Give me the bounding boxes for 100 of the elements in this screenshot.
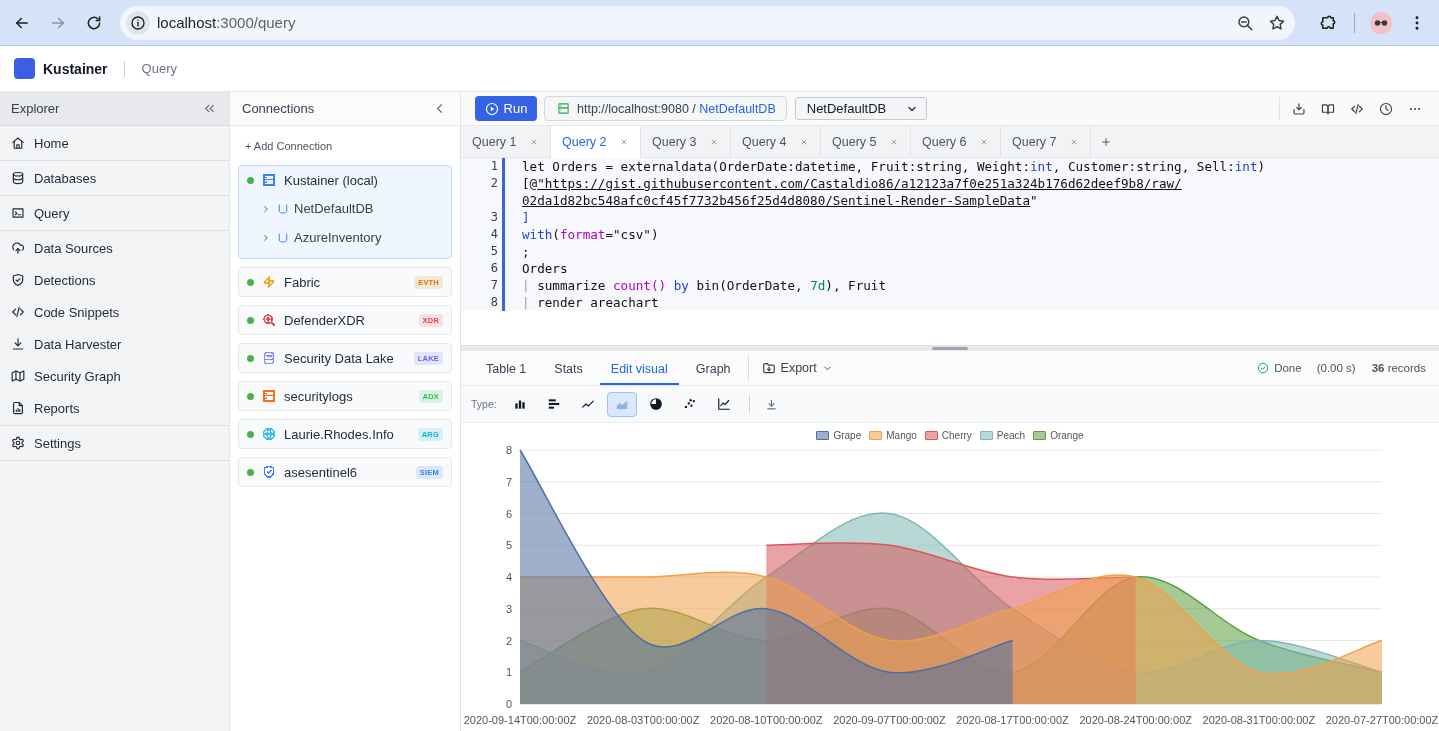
legend-swatch-icon[interactable] [816,431,830,440]
star-icon[interactable] [1268,13,1286,32]
connection-name: securitylogs [284,388,353,404]
axis-tick-label: 6 [505,507,512,520]
page-title: Query [141,61,177,76]
sidebar-item[interactable]: Code Snippets [0,296,229,328]
query-tab[interactable]: Query 3 [641,126,731,157]
chevron-right-icon[interactable] [261,232,271,243]
chevron-right-icon[interactable] [261,203,271,214]
record-count: 36 records [1371,362,1426,374]
clock-icon[interactable] [1379,101,1393,116]
query-tab[interactable]: Query 5 [821,126,911,157]
close-icon[interactable] [620,138,628,146]
check-circle-icon [1257,362,1270,374]
axis-tick-label: 3 [505,602,512,615]
connection-name: Kustainer (local) [284,172,378,188]
connection-name: Laurie.Rhodes.Info [284,426,394,442]
query-tab[interactable]: Query 6 [911,126,1001,157]
axis-tick-label: 2020-08-31T00:00:00Z [1202,714,1316,726]
legend-label[interactable]: Mango [886,430,917,441]
axis-tick-label: 2020-07-27T00:00:00Z [1325,714,1439,726]
line-number: 6 [461,260,505,277]
book-icon[interactable] [1321,101,1335,116]
sidebar-item[interactable]: Detections [0,264,229,296]
legend-label[interactable]: Cherry [941,430,972,441]
database-item[interactable]: AzureInventory [239,223,451,252]
axis-tick-label: 0 [505,698,512,710]
database-item[interactable]: NetDefaultDB [239,194,451,223]
zoom-out-icon[interactable] [1236,13,1254,32]
status-text: Done [1274,362,1302,374]
database-icon [11,171,25,185]
resize-handle[interactable] [932,347,968,350]
line-number: 1 [461,158,505,175]
logo-icon [14,58,35,79]
query-tab[interactable]: Query 2 [551,126,641,158]
sidebar-item[interactable]: Reports [0,392,229,424]
url-link[interactable]: "https://gist.githubusercontent.com/Castaldio86/a12123a7f0e251a324b176d62deef9b8/raw/ [537,176,1182,191]
download-icon [11,337,25,351]
code-icon[interactable] [1350,101,1364,116]
line-number: 4 [461,226,505,243]
terminal-icon [11,206,25,220]
connection-button[interactable]: http://localhost:9080 / NetDefaultDB [544,96,787,121]
url-link[interactable]: 02da1d82bc548afc0cf45f7732b456f25d4d8080/Sentinel-Render-SampleData [522,193,1030,208]
results-tab[interactable]: Graph [684,354,742,385]
sidebar-item[interactable]: Home [0,127,229,159]
add-tab-icon[interactable] [1101,136,1111,147]
app-name: Kustainer [43,60,108,77]
connection-card[interactable]: Kustainer (local) NetDefaultDB AzureInventory [238,165,452,259]
query-tab[interactable]: Query 4 [731,126,821,157]
sidebar-item[interactable]: Data Sources [0,232,229,264]
results-tab[interactable]: Stats [543,354,594,385]
legend-label[interactable]: Orange [1050,430,1084,441]
sidebar-item[interactable]: Databases [0,162,229,194]
legend-swatch-icon[interactable] [979,431,993,440]
avatar-icon[interactable] [1370,11,1392,34]
chart-type-label: Type: [471,398,497,410]
download-icon[interactable] [1292,101,1306,116]
download-icon[interactable] [764,397,778,411]
query-duration: (0.00 s) [1316,362,1356,374]
reload-icon[interactable] [85,13,103,32]
close-icon[interactable] [530,137,538,146]
legend-label[interactable]: Grape [833,430,862,441]
legend-swatch-icon[interactable] [924,431,938,440]
sidebar-item[interactable]: Query [0,197,229,229]
close-icon[interactable] [890,137,898,146]
legend-label[interactable]: Peach [996,430,1026,441]
run-button[interactable]: Run [475,96,537,121]
scatter-plot-icon [682,397,697,411]
export-button[interactable]: Export [758,361,836,375]
panel-title: Connections [242,101,315,116]
axis-tick-label: 2020-08-03T00:00:00Z [586,714,700,726]
sidebar-item[interactable]: Settings [0,427,229,459]
database-select[interactable]: NetDefaultDB [794,97,927,120]
cloud-upload-icon [11,241,25,255]
connection-name: Security Data Lake [284,350,394,366]
sidebar-item[interactable]: Security Graph [0,360,229,392]
line-number: 8 [461,294,505,311]
line-number: 3 [461,209,505,226]
legend-swatch-icon[interactable] [1033,431,1047,440]
connection-name: asesentinel6 [284,464,357,480]
close-icon[interactable] [980,137,988,146]
close-icon[interactable] [800,137,808,146]
close-icon[interactable] [710,137,718,146]
address-bar[interactable]: localhost:3000/query [120,5,1295,40]
info-icon[interactable] [126,10,150,35]
puzzle-icon[interactable] [1319,13,1337,32]
add-connection-link[interactable]: + Add Connection [245,140,333,152]
results-tab[interactable]: Edit visual [599,354,679,385]
axis-tick-label: 4 [505,571,512,583]
database-icon [277,231,289,244]
axis-tick-label: 2 [505,634,512,647]
shield-check-icon [11,273,25,287]
axis-tick-label: 2020-09-07T00:00:00Z [833,714,946,726]
query-tab[interactable]: Query 7 [1001,126,1091,157]
close-icon[interactable] [1070,137,1078,146]
legend-swatch-icon[interactable] [869,431,883,440]
report-icon [11,401,25,415]
sidebar-item[interactable]: Data Harvester [0,328,229,360]
home-icon [11,136,25,150]
results-tab[interactable]: Table 1 [475,354,538,385]
